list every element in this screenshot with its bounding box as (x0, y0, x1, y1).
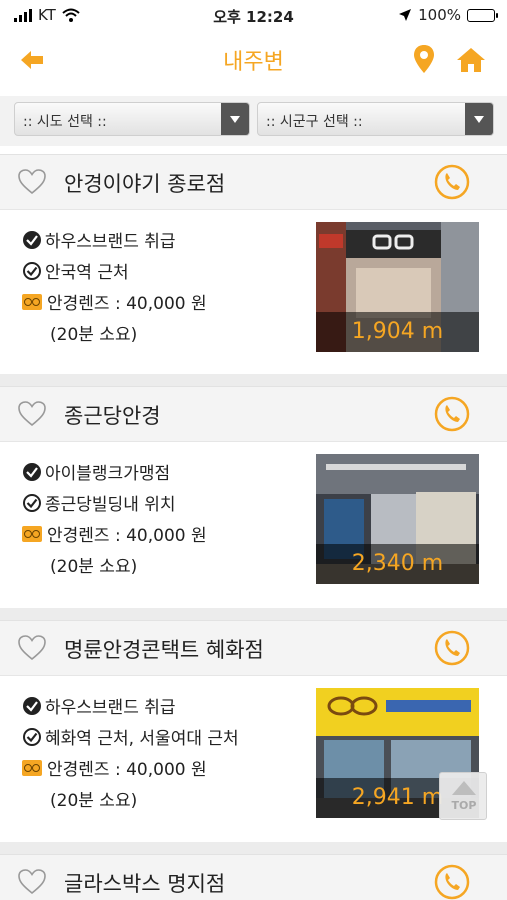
store-header: 글라스박스 명지점 (0, 854, 507, 900)
distance-label: 1,904 m (316, 312, 479, 352)
store-feature: 하우스브랜드 취급 (45, 232, 176, 252)
status-bar: KT 오후 12:24 100% (0, 0, 507, 30)
divider (0, 842, 507, 854)
store-card[interactable]: 명륜안경콘택트 혜화점 하우스브랜드 취급 혜화역 근처, 서울여대 근처 안경… (0, 620, 507, 842)
check-icon (23, 727, 41, 746)
sido-select[interactable]: :: 시도 선택 :: (14, 102, 250, 136)
store-photo: 2,340 m (316, 454, 479, 584)
store-name: 글라스박스 명지점 (64, 872, 226, 896)
chevron-down-icon (465, 103, 493, 135)
heart-icon[interactable] (18, 635, 46, 661)
store-name: 명륜안경콘택트 혜화점 (64, 638, 264, 662)
chevron-down-icon (221, 103, 249, 135)
sigungu-select-label: :: 시군구 선택 :: (266, 114, 363, 130)
arrow-up-icon (452, 781, 476, 795)
heart-icon[interactable] (18, 169, 46, 195)
store-info: 아이블랭크가맹점 종근당빌딩내 위치 안경렌즈 : 40,000 원 (20분 … (22, 456, 302, 580)
store-feature: 종근당빌딩내 위치 (45, 495, 176, 515)
store-card[interactable]: 종근당안경 아이블랭크가맹점 종근당빌딩내 위치 안경렌즈 : 40,000 원… (0, 386, 507, 608)
store-header: 명륜안경콘택트 혜화점 (0, 620, 507, 676)
glasses-icon (22, 759, 42, 776)
store-feature: 아이블랭크가맹점 (45, 464, 171, 484)
store-feature: 혜화역 근처, 서울여대 근처 (45, 729, 239, 749)
sido-select-label: :: 시도 선택 :: (23, 114, 107, 130)
duration: (20분 소요) (50, 791, 138, 811)
store-card[interactable]: 글라스박스 명지점 (0, 854, 507, 900)
check-icon (23, 230, 41, 249)
phone-icon[interactable] (434, 164, 470, 200)
glasses-icon (22, 525, 42, 542)
store-header: 종근당안경 (0, 386, 507, 442)
phone-icon[interactable] (434, 864, 470, 900)
glasses-icon (22, 293, 42, 310)
store-info: 하우스브랜드 취급 안국역 근처 안경렌즈 : 40,000 원 (20분 소요… (22, 224, 302, 348)
divider (0, 374, 507, 386)
store-photo: 1,904 m (316, 222, 479, 352)
store-feature: 안국역 근처 (45, 263, 129, 283)
check-icon (23, 261, 41, 280)
distance-label: 2,340 m (316, 544, 479, 584)
scroll-top-button[interactable]: TOP (439, 772, 487, 820)
battery-percent: 100% (418, 6, 461, 24)
lens-price: 안경렌즈 : 40,000 원 (47, 526, 207, 546)
phone-icon[interactable] (434, 630, 470, 666)
check-icon (23, 493, 41, 512)
store-card[interactable]: 안경이야기 종로점 하우스브랜드 취급 안국역 근처 안경렌즈 : 40,000… (0, 154, 507, 374)
sigungu-select[interactable]: :: 시군구 선택 :: (257, 102, 494, 136)
scroll-top-label: TOP (451, 799, 477, 812)
store-info: 하우스브랜드 취급 혜화역 근처, 서울여대 근처 안경렌즈 : 40,000 … (22, 690, 302, 814)
check-icon (23, 462, 41, 481)
store-feature: 하우스브랜드 취급 (45, 698, 176, 718)
store-name: 안경이야기 종로점 (64, 172, 226, 196)
store-name: 종근당안경 (64, 404, 161, 428)
store-header: 안경이야기 종로점 (0, 154, 507, 210)
duration: (20분 소요) (50, 325, 138, 345)
heart-icon[interactable] (18, 869, 46, 895)
lens-price: 안경렌즈 : 40,000 원 (47, 760, 207, 780)
map-pin-icon[interactable] (412, 44, 436, 74)
phone-icon[interactable] (434, 396, 470, 432)
duration: (20분 소요) (50, 557, 138, 577)
home-icon[interactable] (456, 46, 486, 74)
divider (0, 608, 507, 620)
nav-bar: 내주변 (0, 30, 507, 88)
battery-icon (467, 8, 498, 22)
heart-icon[interactable] (18, 401, 46, 427)
location-arrow-icon (399, 9, 412, 21)
filter-bar: :: 시도 선택 :: :: 시군구 선택 :: (0, 96, 507, 146)
lens-price: 안경렌즈 : 40,000 원 (47, 294, 207, 314)
check-icon (23, 696, 41, 715)
